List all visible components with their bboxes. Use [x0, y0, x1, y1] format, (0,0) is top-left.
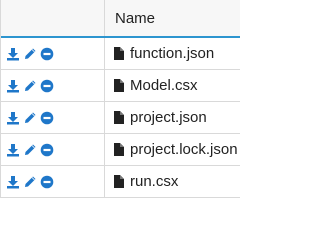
- file-icon: [114, 111, 124, 124]
- download-icon[interactable]: [6, 111, 20, 125]
- file-icon: [114, 79, 124, 92]
- file-name-cell[interactable]: project.json: [105, 102, 240, 133]
- table-row: project.lock.json: [1, 134, 240, 166]
- row-actions: [1, 166, 105, 197]
- minus-circle-icon[interactable]: [40, 143, 54, 157]
- minus-circle-icon[interactable]: [40, 175, 54, 189]
- file-name: function.json: [130, 45, 215, 62]
- file-name: project.lock.json: [130, 141, 238, 158]
- pencil-icon[interactable]: [23, 79, 37, 93]
- minus-circle-icon[interactable]: [40, 47, 54, 61]
- file-name-cell[interactable]: project.lock.json: [105, 134, 240, 165]
- table-row: Model.csx: [1, 70, 240, 102]
- actions-column-header: [1, 0, 105, 36]
- file-name-cell[interactable]: run.csx: [105, 166, 240, 197]
- row-actions: [1, 134, 105, 165]
- name-column-header[interactable]: Name: [105, 0, 240, 36]
- row-actions: [1, 38, 105, 69]
- file-table: Name function.json Model.csx project.jso…: [0, 0, 240, 198]
- file-name: Model.csx: [130, 77, 198, 94]
- pencil-icon[interactable]: [23, 47, 37, 61]
- download-icon[interactable]: [6, 79, 20, 93]
- pencil-icon[interactable]: [23, 175, 37, 189]
- table-row: run.csx: [1, 166, 240, 198]
- file-name-cell[interactable]: function.json: [105, 38, 240, 69]
- name-column-label: Name: [115, 9, 156, 27]
- pencil-icon[interactable]: [23, 143, 37, 157]
- download-icon[interactable]: [6, 143, 20, 157]
- minus-circle-icon[interactable]: [40, 111, 54, 125]
- file-icon: [114, 175, 124, 188]
- download-icon[interactable]: [6, 47, 20, 61]
- row-actions: [1, 70, 105, 101]
- minus-circle-icon[interactable]: [40, 79, 54, 93]
- file-name-cell[interactable]: Model.csx: [105, 70, 240, 101]
- table-row: function.json: [1, 38, 240, 70]
- file-name: project.json: [130, 109, 207, 126]
- file-icon: [114, 143, 124, 156]
- table-header: Name: [1, 0, 240, 38]
- pencil-icon[interactable]: [23, 111, 37, 125]
- row-actions: [1, 102, 105, 133]
- file-name: run.csx: [130, 173, 179, 190]
- download-icon[interactable]: [6, 175, 20, 189]
- file-icon: [114, 47, 124, 60]
- table-row: project.json: [1, 102, 240, 134]
